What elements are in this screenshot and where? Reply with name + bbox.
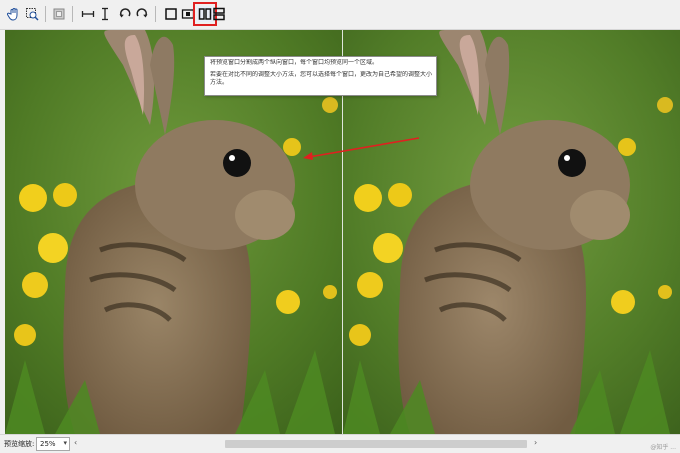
toolbar-separator — [155, 6, 156, 22]
tooltip-line-1: 将预览窗口分割成两个纵向窗口，每个窗口均预览同一个区域。 — [210, 59, 379, 66]
toolbar-separator — [45, 6, 46, 22]
toolbar-separator — [72, 6, 73, 22]
horizontal-scrollbar-thumb[interactable] — [225, 440, 527, 448]
rotate-right-icon[interactable] — [134, 6, 150, 22]
chevron-down-icon: ▾ — [63, 439, 67, 447]
split-view-icon[interactable] — [180, 6, 196, 22]
zoom-label: 预览缩放: — [4, 440, 35, 448]
flip-vertical-icon[interactable] — [97, 6, 113, 22]
tooltip-line-2: 若要在对比不同的调整大小方法，您可以选择每个窗口，更改为自己希望的调整大小方法。 — [210, 71, 432, 86]
single-view-icon[interactable] — [163, 6, 179, 22]
toolbar — [0, 0, 680, 30]
flip-horizontal-icon[interactable] — [80, 6, 96, 22]
crop-icon[interactable] — [51, 6, 67, 22]
side-by-side-horizontal-icon[interactable] — [211, 6, 227, 22]
rotate-left-icon[interactable] — [117, 6, 133, 22]
scroll-right-icon[interactable]: › — [534, 438, 537, 447]
zoom-select[interactable]: 25% ▾ — [36, 437, 70, 451]
tooltip: 将预览窗口分割成两个纵向窗口，每个窗口均预览同一个区域。 若要在对比不同的调整大… — [204, 56, 437, 96]
zoom-tool-icon[interactable] — [24, 6, 40, 22]
zoom-value: 25% — [40, 440, 56, 448]
status-bar: 预览缩放: 25% ▾ ‹ › @知乎 ... — [0, 434, 680, 453]
scroll-left-icon[interactable]: ‹ — [74, 438, 77, 447]
watermark: @知乎 ... — [650, 444, 676, 451]
app-window: 将预览窗口分割成两个纵向窗口，每个窗口均预览同一个区域。 若要在对比不同的调整大… — [0, 0, 680, 453]
hand-tool-icon[interactable] — [6, 6, 22, 22]
preview-area[interactable]: 将预览窗口分割成两个纵向窗口，每个窗口均预览同一个区域。 若要在对比不同的调整大… — [5, 30, 680, 434]
